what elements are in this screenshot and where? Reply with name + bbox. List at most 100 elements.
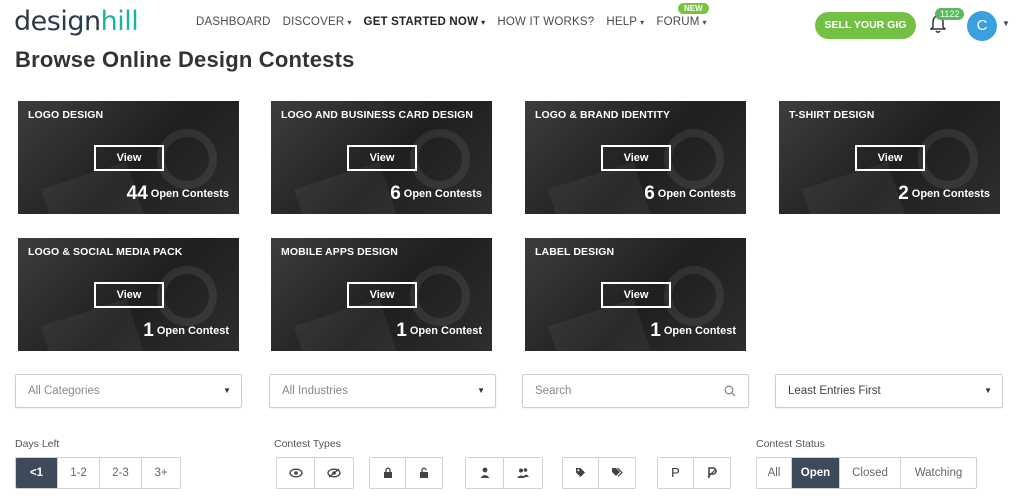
industries-select[interactable]: All Industries ▼: [269, 374, 496, 408]
view-button[interactable]: View: [94, 145, 164, 171]
view-button[interactable]: View: [855, 145, 925, 171]
nav-get-started-label: GET STARTED NOW: [363, 16, 479, 28]
chevron-down-icon: ▾: [702, 18, 707, 27]
open-contest-count: 44 Open Contests: [127, 183, 229, 205]
private-lock-toggle[interactable]: [370, 458, 406, 488]
days-left-1-2[interactable]: 1-2: [58, 458, 100, 488]
unlock-icon: [420, 468, 428, 479]
payment-type-group: P: [657, 457, 731, 489]
chevron-down-icon[interactable]: ▼: [1002, 19, 1010, 28]
logo-text-design: design: [14, 6, 101, 37]
category-card-label-design[interactable]: LABEL DESIGN View 1 Open Contest: [525, 238, 746, 351]
caret-down-icon: ▼: [477, 386, 485, 395]
open-contest-count: 1 Open Contest: [143, 320, 229, 342]
category-card-logo-business-card[interactable]: LOGO AND BUSINESS CARD DESIGN View 6 Open…: [271, 101, 492, 214]
sort-select[interactable]: Least Entries First ▼: [775, 374, 1003, 408]
nav-dashboard-label: DASHBOARD: [196, 16, 271, 28]
guaranteed-toggle[interactable]: [694, 458, 730, 488]
nav-forum[interactable]: FORUM ▾: [656, 16, 706, 28]
count-number: 44: [126, 183, 148, 204]
notification-count-badge: 1122: [935, 8, 965, 20]
count-label: Open Contests: [150, 188, 229, 200]
card-title: LOGO DESIGN: [28, 109, 104, 121]
card-decoration: [410, 129, 470, 189]
multi-user-toggle[interactable]: [504, 458, 542, 488]
status-all[interactable]: All: [757, 458, 792, 488]
main-menu: DASHBOARD DISCOVER ▾ GET STARTED NOW ▾ HOW…: [196, 16, 719, 28]
caret-down-icon: ▼: [984, 386, 992, 395]
logo-text-hill: hill: [100, 6, 139, 37]
open-contest-count: 6 Open Contests: [644, 183, 736, 205]
chevron-down-icon: ▾: [640, 18, 645, 27]
chevron-down-icon: ▾: [481, 18, 486, 27]
hidden-eye-toggle[interactable]: [315, 458, 353, 488]
search-input[interactable]: Search: [522, 374, 749, 408]
days-left-under-1[interactable]: <1: [16, 458, 58, 488]
status-open[interactable]: Open: [792, 458, 840, 488]
days-left-3-plus[interactable]: 3+: [142, 458, 180, 488]
category-card-tshirt-design[interactable]: T-SHIRT DESIGN View 2 Open Contests: [779, 101, 1000, 214]
view-button[interactable]: View: [347, 282, 417, 308]
count-label: Open Contest: [156, 325, 229, 337]
new-badge: NEW: [678, 3, 709, 14]
days-left-group: <1 1-2 2-3 3+: [15, 457, 181, 489]
contest-status-group: All Open Closed Watching: [756, 457, 977, 489]
count-number: 1: [650, 320, 661, 341]
search-icon[interactable]: [724, 385, 736, 397]
count-number: 1: [396, 320, 407, 341]
visibility-type-group: [276, 457, 354, 489]
category-card-logo-brand-identity[interactable]: LOGO & BRAND IDENTITY View 6 Open Contest…: [525, 101, 746, 214]
tags-toggle[interactable]: [599, 458, 635, 488]
tag-type-group: [562, 457, 636, 489]
card-title: MOBILE APPS DESIGN: [281, 246, 398, 258]
nav-how-it-works[interactable]: HOW IT WORKS?: [497, 16, 594, 28]
status-closed[interactable]: Closed: [840, 458, 901, 488]
open-lock-toggle[interactable]: [406, 458, 442, 488]
category-card-mobile-apps[interactable]: MOBILE APPS DESIGN View 1 Open Contest: [271, 238, 492, 351]
nav-how-it-works-label: HOW IT WORKS?: [497, 16, 595, 28]
days-left-2-3[interactable]: 2-3: [100, 458, 142, 488]
count-label: Open Contest: [409, 325, 482, 337]
count-number: 6: [390, 183, 401, 204]
public-eye-toggle[interactable]: [277, 458, 315, 488]
eye-slash-icon: [327, 468, 341, 478]
category-card-logo-social-media[interactable]: LOGO & SOCIAL MEDIA PACK View 1 Open Cont…: [18, 238, 239, 351]
nav-dashboard[interactable]: DASHBOARD: [196, 16, 271, 28]
status-watching[interactable]: Watching: [901, 458, 976, 488]
p-strike-icon: [707, 467, 717, 478]
view-button[interactable]: View: [601, 145, 671, 171]
avatar[interactable]: C: [967, 11, 997, 41]
card-title: LABEL DESIGN: [535, 246, 615, 258]
nav-get-started[interactable]: GET STARTED NOW ▾: [364, 16, 486, 28]
paid-toggle[interactable]: P: [658, 458, 694, 488]
card-decoration: [664, 129, 724, 189]
open-contest-count: 1 Open Contest: [396, 320, 482, 342]
view-button[interactable]: View: [601, 282, 671, 308]
single-user-toggle[interactable]: [466, 458, 504, 488]
categories-select-value: All Categories: [28, 385, 100, 397]
days-left-label: Days Left: [15, 438, 60, 450]
view-button[interactable]: View: [94, 282, 164, 308]
count-number: 2: [898, 183, 909, 204]
nav-discover[interactable]: DISCOVER ▾: [283, 16, 352, 28]
nav-help[interactable]: HELP ▾: [606, 16, 644, 28]
designhill-logo[interactable]: designhill: [14, 6, 139, 37]
card-decoration: [410, 266, 470, 326]
categories-select[interactable]: All Categories ▼: [15, 374, 242, 408]
count-label: Open Contest: [663, 325, 736, 337]
user-icon: [480, 468, 489, 479]
card-title: LOGO & BRAND IDENTITY: [535, 109, 671, 121]
count-label: Open Contests: [403, 188, 482, 200]
page-title: Browse Online Design Contests: [15, 47, 355, 72]
view-button[interactable]: View: [347, 145, 417, 171]
contest-types-label: Contest Types: [274, 438, 341, 450]
card-title: T-SHIRT DESIGN: [789, 109, 875, 121]
category-card-logo-design[interactable]: LOGO DESIGN View 44 Open Contests: [18, 101, 239, 214]
users-icon: [517, 468, 529, 479]
card-title: LOGO AND BUSINESS CARD DESIGN: [281, 109, 474, 121]
nav-help-label: HELP: [606, 16, 638, 28]
count-label: Open Contests: [657, 188, 736, 200]
eye-icon: [288, 468, 303, 478]
tag-toggle[interactable]: [563, 458, 599, 488]
sell-your-gig-button[interactable]: SELL YOUR GIG: [815, 12, 916, 39]
